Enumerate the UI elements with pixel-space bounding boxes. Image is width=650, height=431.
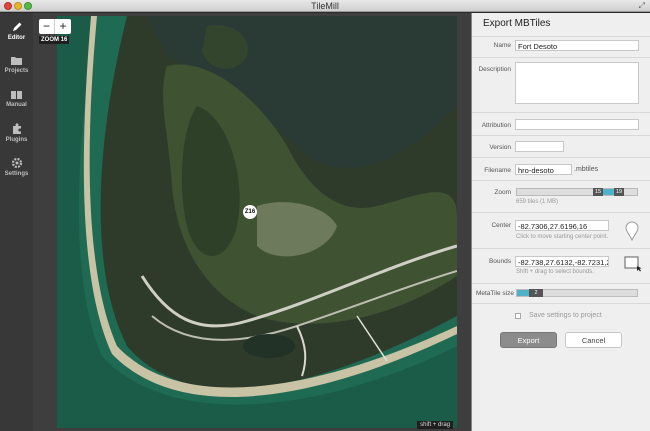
divider bbox=[472, 212, 650, 213]
divider bbox=[472, 36, 650, 37]
filename-field[interactable]: hro-desoto bbox=[515, 164, 572, 175]
filename-suffix: .mbtiles bbox=[574, 166, 599, 173]
name-field[interactable]: Fort Desoto bbox=[515, 40, 639, 51]
attribution-field[interactable] bbox=[515, 119, 639, 130]
divider bbox=[472, 157, 650, 158]
pencil-icon bbox=[12, 22, 21, 31]
zoom-level-label: ZOOM 16 bbox=[39, 36, 70, 44]
zoom-min-handle[interactable]: 15 bbox=[593, 188, 603, 196]
center-marker[interactable]: Z16 bbox=[243, 205, 257, 219]
metatile-label: MetaTile size bbox=[475, 290, 514, 297]
divider bbox=[472, 283, 650, 284]
sidebar-item-label: Plugins bbox=[5, 137, 28, 143]
panel-title: Export MBTiles bbox=[483, 18, 551, 29]
title-bar: TileMill ⤢ bbox=[0, 0, 650, 12]
zoom-in-button[interactable]: + bbox=[55, 19, 71, 34]
attribution-label: Attribution bbox=[481, 122, 511, 129]
cancel-button[interactable]: Cancel bbox=[565, 332, 622, 348]
version-field[interactable] bbox=[515, 141, 564, 152]
divider bbox=[472, 57, 650, 58]
sidebar: Editor Projects Manual Plugins Settings bbox=[0, 13, 33, 431]
divider bbox=[472, 303, 650, 304]
sidebar-item-settings[interactable]: Settings bbox=[0, 153, 33, 187]
version-label: Version bbox=[489, 144, 511, 151]
sidebar-item-editor[interactable]: Editor bbox=[0, 17, 33, 51]
puzzle-icon bbox=[12, 123, 21, 134]
map-pin-icon[interactable] bbox=[625, 221, 639, 241]
sidebar-item-projects[interactable]: Projects bbox=[0, 51, 33, 85]
sidebar-item-manual[interactable]: Manual bbox=[0, 85, 33, 119]
sidebar-item-label: Projects bbox=[4, 68, 29, 74]
zoom-label: Zoom bbox=[494, 189, 511, 196]
save-settings-label: Save settings to project bbox=[529, 312, 602, 319]
export-button[interactable]: Export bbox=[500, 332, 557, 348]
metatile-fill bbox=[517, 290, 529, 296]
divider bbox=[472, 112, 650, 113]
sidebar-item-plugins[interactable]: Plugins bbox=[0, 119, 33, 153]
description-textarea[interactable] bbox=[515, 62, 639, 104]
metatile-handle[interactable]: 2 bbox=[529, 289, 543, 297]
center-hint: Click to move starting center point. bbox=[516, 234, 609, 240]
center-field[interactable]: -82.7306,27.6196,16 bbox=[515, 220, 609, 231]
shift-drag-hint: shift + drag bbox=[417, 421, 453, 429]
gear-icon bbox=[11, 157, 22, 169]
metatile-slider[interactable]: 2 bbox=[516, 289, 638, 297]
filename-label: Filename bbox=[484, 167, 511, 174]
divider bbox=[472, 248, 650, 249]
folder-icon bbox=[11, 57, 22, 65]
save-settings-checkbox[interactable] bbox=[515, 313, 521, 319]
divider bbox=[472, 135, 650, 136]
zoom-control: − + bbox=[39, 19, 71, 34]
sidebar-item-label: Settings bbox=[4, 171, 29, 177]
bounds-select-icon[interactable] bbox=[624, 256, 642, 272]
sidebar-item-label: Editor bbox=[7, 35, 26, 41]
bounds-label: Bounds bbox=[488, 258, 511, 265]
map-view[interactable]: − + ZOOM 16 Z16 shift + drag bbox=[33, 13, 471, 431]
sidebar-item-label: Manual bbox=[6, 102, 27, 108]
center-label: Center bbox=[491, 222, 511, 229]
zoom-out-button[interactable]: − bbox=[39, 19, 55, 34]
zoom-range-slider[interactable]: 15 19 bbox=[516, 188, 638, 196]
bounds-hint: Shift + drag to select bounds. bbox=[516, 269, 594, 275]
bounds-field[interactable]: -82.738,27.6132,-82.7231,2 bbox=[515, 256, 609, 267]
aerial-map-image bbox=[57, 16, 457, 428]
description-label: Description bbox=[478, 66, 511, 73]
name-label: Name bbox=[493, 42, 511, 49]
divider bbox=[472, 180, 650, 181]
book-icon bbox=[11, 91, 22, 99]
zoom-tile-count: 659 tiles (1 MB) bbox=[516, 199, 559, 205]
zoom-max-handle[interactable]: 19 bbox=[614, 188, 624, 196]
window-title: TileMill bbox=[311, 1, 339, 11]
fullscreen-icon[interactable]: ⤢ bbox=[639, 1, 645, 11]
